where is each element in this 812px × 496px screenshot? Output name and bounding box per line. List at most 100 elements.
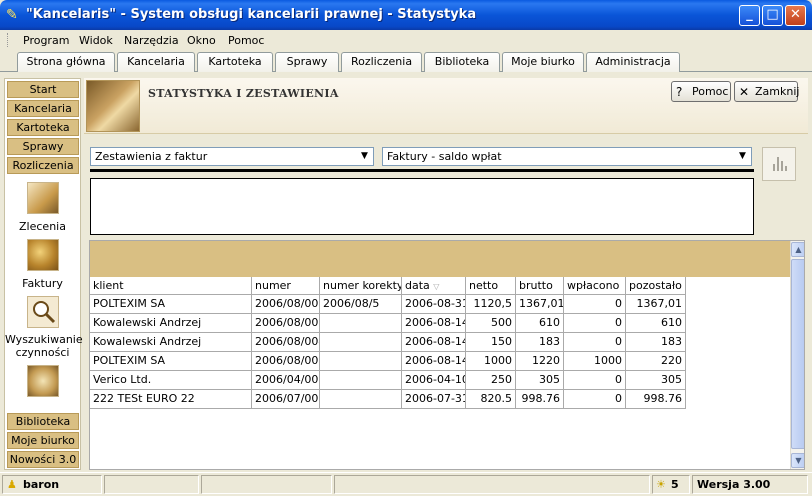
cell-netto[interactable]: 1120,5	[466, 295, 516, 314]
cell-netto[interactable]: 820.5	[466, 390, 516, 409]
cell-numer[interactable]: 2006/07/001	[252, 390, 320, 409]
table-row[interactable]: POLTEXIM SA 2006/08/001 2006-08-14 1000 1220…	[90, 352, 686, 371]
scroll-thumb[interactable]	[791, 259, 804, 449]
pen-hand-icon[interactable]	[27, 182, 59, 214]
status-notifications[interactable]: ☀ 5	[652, 475, 690, 494]
cell-numer-korekty[interactable]	[320, 314, 402, 333]
cell-pozostalo[interactable]: 610	[626, 314, 686, 333]
close-window-button[interactable]: ✕	[785, 5, 806, 26]
tab-rozliczenia[interactable]: Rozliczenia	[341, 52, 422, 72]
cell-brutto[interactable]: 1367,01	[516, 295, 564, 314]
tab-strona-glowna[interactable]: Strona główna	[17, 52, 115, 72]
cell-data[interactable]: 2006-07-31	[402, 390, 466, 409]
cell-brutto[interactable]: 183	[516, 333, 564, 352]
tab-moje-biurko[interactable]: Moje biurko	[502, 52, 584, 72]
cell-numer-korekty[interactable]	[320, 333, 402, 352]
cell-brutto[interactable]: 998.76	[516, 390, 564, 409]
cell-klient[interactable]: Kowalewski Andrzej	[90, 314, 252, 333]
cell-data[interactable]: 2006-04-10	[402, 371, 466, 390]
cell-pozostalo[interactable]: 1367,01	[626, 295, 686, 314]
coins-icon[interactable]	[27, 239, 59, 271]
sidebar-item-wyszukiwanie[interactable]: Wyszukiwanie czynności	[5, 333, 83, 359]
pocket-watch-icon[interactable]	[27, 365, 59, 397]
table-row[interactable]: POLTEXIM SA 2006/08/002 2006/08/5 2006-08-3…	[90, 295, 686, 314]
scroll-down-icon[interactable]: ▼	[791, 453, 804, 468]
sidebar-item-zlecenia[interactable]: Zlecenia	[5, 220, 80, 233]
chevron-down-icon[interactable]: ▼	[357, 149, 372, 164]
sidebar-rozliczenia[interactable]: Rozliczenia	[7, 157, 79, 174]
column-header-wplacono[interactable]: wpłacono	[564, 277, 626, 295]
maximize-button[interactable]: □	[762, 5, 783, 26]
sidebar-item-faktury[interactable]: Faktury	[5, 277, 80, 290]
cell-netto[interactable]: 250	[466, 371, 516, 390]
cell-klient[interactable]: Kowalewski Andrzej	[90, 333, 252, 352]
cell-numer-korekty[interactable]	[320, 390, 402, 409]
cell-netto[interactable]: 500	[466, 314, 516, 333]
cell-numer[interactable]: 2006/08/004	[252, 333, 320, 352]
cell-numer-korekty[interactable]: 2006/08/5	[320, 295, 402, 314]
column-header-numer[interactable]: numer	[252, 277, 320, 295]
cell-pozostalo[interactable]: 305	[626, 371, 686, 390]
sidebar-kancelaria[interactable]: Kancelaria	[7, 100, 79, 117]
cell-brutto[interactable]: 305	[516, 371, 564, 390]
sidebar-start[interactable]: Start	[7, 81, 79, 98]
column-header-data[interactable]: data ▽	[402, 277, 466, 295]
table-row[interactable]: 222 TESt EURO 22 2006/07/001 2006-07-31 820…	[90, 390, 686, 409]
cell-data[interactable]: 2006-08-31	[402, 295, 466, 314]
sidebar-biblioteka[interactable]: Biblioteka	[7, 413, 79, 430]
cell-numer-korekty[interactable]	[320, 371, 402, 390]
cell-wplacono[interactable]: 0	[564, 371, 626, 390]
menu-okno[interactable]: Okno	[187, 34, 216, 47]
cell-wplacono[interactable]: 0	[564, 295, 626, 314]
tab-kartoteka[interactable]: Kartoteka	[197, 52, 273, 72]
sidebar-moje-biurko[interactable]: Moje biurko	[7, 432, 79, 449]
cell-wplacono[interactable]: 0	[564, 390, 626, 409]
column-header-pozostalo[interactable]: pozostało	[626, 277, 686, 295]
cell-netto[interactable]: 150	[466, 333, 516, 352]
tab-sprawy[interactable]: Sprawy	[275, 52, 339, 72]
menu-narzedzia[interactable]: Narzędzia	[124, 34, 179, 47]
table-row[interactable]: Kowalewski Andrzej 2006/08/004 2006-08-14 1…	[90, 333, 686, 352]
tab-administracja[interactable]: Administracja	[586, 52, 680, 72]
column-header-netto[interactable]: netto	[466, 277, 516, 295]
cell-numer[interactable]: 2006/08/001	[252, 352, 320, 371]
scroll-up-icon[interactable]: ▲	[791, 242, 804, 257]
cell-pozostalo[interactable]: 998.76	[626, 390, 686, 409]
vertical-scrollbar[interactable]: ▲ ▼	[790, 241, 804, 469]
cell-numer-korekty[interactable]	[320, 352, 402, 371]
cell-data[interactable]: 2006-08-14	[402, 352, 466, 371]
menu-pomoc[interactable]: Pomoc	[228, 34, 264, 47]
cell-klient[interactable]: Verico Ltd.	[90, 371, 252, 390]
magnifier-icon[interactable]	[27, 296, 59, 328]
column-header-brutto[interactable]: brutto	[516, 277, 564, 295]
menu-program[interactable]: Program	[23, 34, 69, 47]
sidebar-sprawy[interactable]: Sprawy	[7, 138, 79, 155]
column-header-klient[interactable]: klient	[90, 277, 252, 295]
help-button[interactable]: ? Pomoc	[671, 81, 731, 102]
cell-numer[interactable]: 2006/08/002	[252, 295, 320, 314]
cell-klient[interactable]: 222 TESt EURO 22	[90, 390, 252, 409]
cell-wplacono[interactable]: 0	[564, 333, 626, 352]
cell-pozostalo[interactable]: 220	[626, 352, 686, 371]
cell-numer[interactable]: 2006/08/003	[252, 314, 320, 333]
cell-brutto[interactable]: 1220	[516, 352, 564, 371]
cell-wplacono[interactable]: 1000	[564, 352, 626, 371]
description-area[interactable]	[90, 178, 754, 235]
menu-widok[interactable]: Widok	[79, 34, 113, 47]
tab-biblioteka[interactable]: Biblioteka	[424, 52, 500, 72]
cell-wplacono[interactable]: 0	[564, 314, 626, 333]
cell-brutto[interactable]: 610	[516, 314, 564, 333]
report-type-select[interactable]: Faktury - saldo wpłat ▼	[382, 147, 752, 166]
sidebar-nowosci[interactable]: Nowości 3.0	[7, 451, 79, 468]
cell-klient[interactable]: POLTEXIM SA	[90, 352, 252, 371]
sidebar-kartoteka[interactable]: Kartoteka	[7, 119, 79, 136]
close-button[interactable]: ✕ Zamknij	[734, 81, 799, 102]
chevron-down-icon[interactable]: ▼	[735, 149, 750, 164]
column-header-numer-korekty[interactable]: numer korekty	[320, 277, 402, 295]
table-row[interactable]: Kowalewski Andrzej 2006/08/003 2006-08-14 5…	[90, 314, 686, 333]
report-group-select[interactable]: Zestawienia z faktur ▼	[90, 147, 374, 166]
cell-netto[interactable]: 1000	[466, 352, 516, 371]
table-row[interactable]: Verico Ltd. 2006/04/001 2006-04-10 250 305 0 3…	[90, 371, 686, 390]
cell-klient[interactable]: POLTEXIM SA	[90, 295, 252, 314]
tab-kancelaria[interactable]: Kancelaria	[117, 52, 195, 72]
